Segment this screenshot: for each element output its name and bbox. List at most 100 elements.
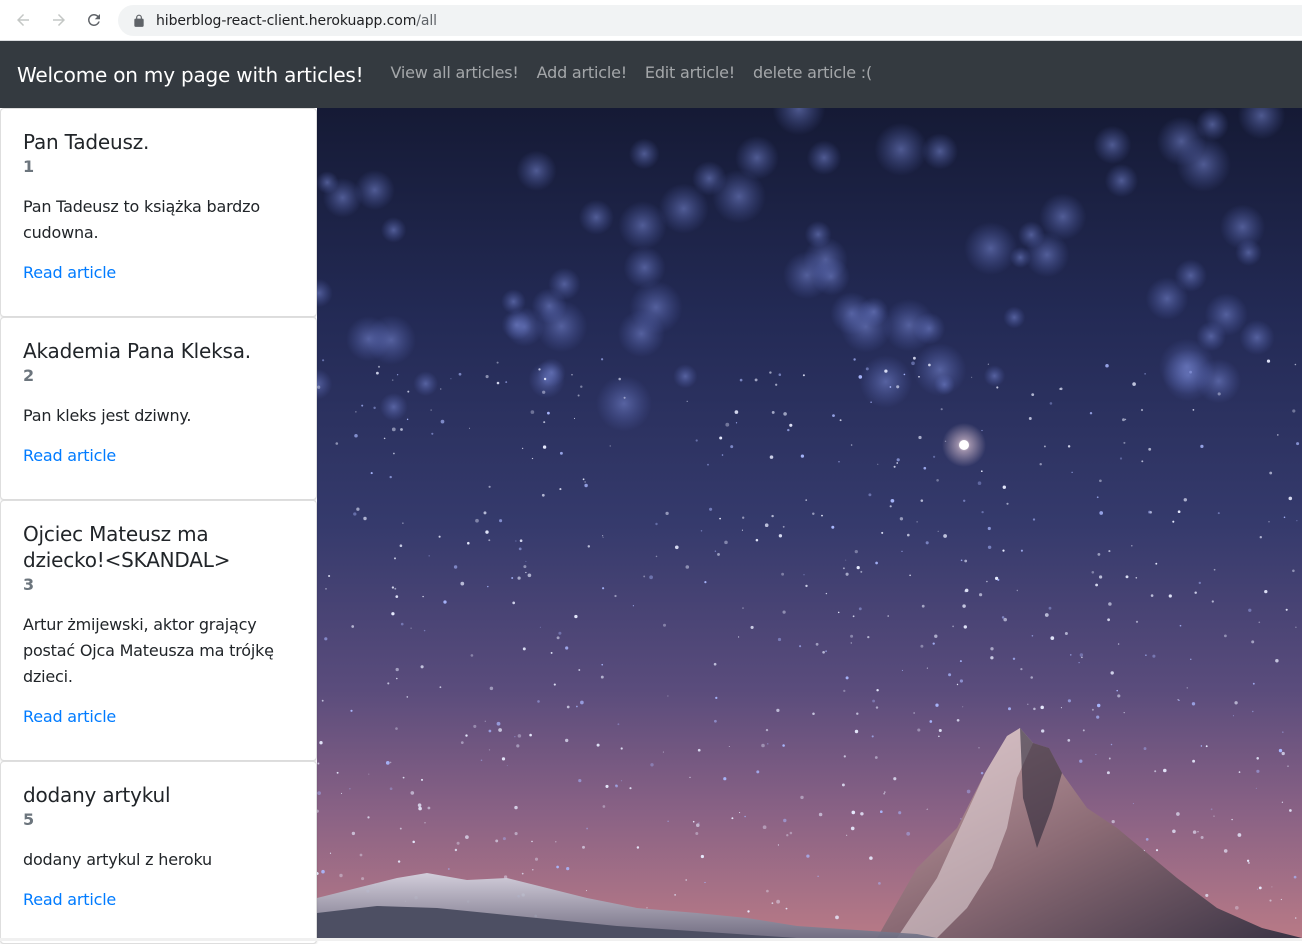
star (394, 557, 396, 560)
read-article-link[interactable]: Read article (23, 263, 116, 282)
star (906, 831, 911, 836)
star (566, 705, 570, 709)
star (1211, 600, 1214, 603)
star (443, 600, 447, 604)
star (317, 762, 320, 765)
star (742, 516, 745, 519)
star (1091, 708, 1094, 711)
star (850, 444, 853, 446)
nav-link-view-all[interactable]: View all articles! (381, 63, 527, 82)
star (489, 686, 494, 691)
background-image (317, 108, 1302, 938)
forward-button[interactable] (48, 9, 70, 31)
star (948, 673, 952, 677)
star (1044, 613, 1049, 617)
star (935, 703, 939, 707)
back-button[interactable] (12, 9, 34, 31)
star (601, 663, 604, 666)
star (615, 784, 619, 788)
star (782, 610, 786, 614)
star (1264, 589, 1268, 594)
star (913, 712, 915, 714)
star (769, 371, 772, 374)
star (805, 584, 808, 588)
read-article-link[interactable]: Read article (23, 707, 116, 726)
star (805, 499, 807, 501)
address-bar[interactable]: hiberblog-react-client.herokuapp.com/all (118, 5, 1302, 36)
nav-link-edit[interactable]: Edit article! (636, 63, 744, 82)
star (1266, 359, 1271, 363)
star (373, 406, 376, 410)
star (1234, 701, 1238, 705)
star (387, 682, 390, 685)
star (394, 587, 397, 590)
bokeh-light (578, 199, 614, 235)
star (1197, 831, 1199, 833)
star (707, 463, 709, 466)
star (775, 383, 778, 386)
navbar: Welcome on my page with articles! View a… (0, 41, 1302, 108)
star (714, 719, 717, 723)
star (336, 771, 339, 774)
star (1232, 715, 1234, 717)
star (1141, 460, 1144, 463)
star (488, 539, 491, 542)
star (685, 565, 690, 569)
read-article-link[interactable]: Read article (23, 890, 116, 909)
star (771, 902, 774, 905)
star (1082, 729, 1085, 732)
star (400, 622, 404, 626)
star (874, 756, 878, 759)
star (776, 708, 780, 713)
browser-toolbar: hiberblog-react-client.herokuapp.com/all (0, 0, 1302, 41)
star (532, 869, 534, 871)
star (1296, 442, 1300, 446)
nav-link-delete[interactable]: delete article :( (744, 63, 881, 82)
star (354, 434, 358, 438)
star (876, 688, 879, 692)
star (923, 466, 927, 470)
star (1107, 618, 1110, 622)
star (1205, 893, 1209, 897)
star (938, 728, 942, 733)
star (1123, 441, 1126, 444)
star (735, 422, 738, 424)
star (350, 709, 353, 712)
star (739, 812, 741, 814)
star (353, 512, 357, 516)
navbar-brand[interactable]: Welcome on my page with articles! (17, 63, 364, 87)
star (724, 540, 728, 545)
star (762, 825, 767, 830)
star (396, 677, 398, 680)
reload-button[interactable] (83, 9, 105, 31)
star (1041, 729, 1045, 733)
star (473, 724, 477, 728)
star (755, 538, 759, 542)
star (963, 625, 967, 629)
bokeh-light (501, 309, 532, 341)
star (1095, 753, 1097, 755)
nav-links: View all articles! Add article! Edit art… (381, 63, 881, 82)
star (329, 852, 332, 854)
star (522, 647, 526, 651)
star (559, 488, 562, 491)
star (1224, 634, 1227, 638)
bokeh-light (913, 343, 967, 397)
star (783, 412, 787, 416)
star (514, 832, 518, 836)
article-title: Pan Tadeusz. (23, 130, 150, 154)
read-article-link[interactable]: Read article (23, 446, 116, 465)
star (817, 875, 819, 877)
star (454, 848, 458, 852)
star (856, 712, 859, 715)
star (730, 445, 734, 449)
star (400, 428, 403, 431)
star (719, 436, 723, 440)
star (778, 534, 783, 538)
star (1256, 757, 1259, 760)
star (890, 498, 895, 503)
nav-link-add[interactable]: Add article! (528, 63, 636, 82)
star (465, 734, 468, 737)
star (547, 411, 550, 415)
lock-icon (132, 14, 146, 28)
